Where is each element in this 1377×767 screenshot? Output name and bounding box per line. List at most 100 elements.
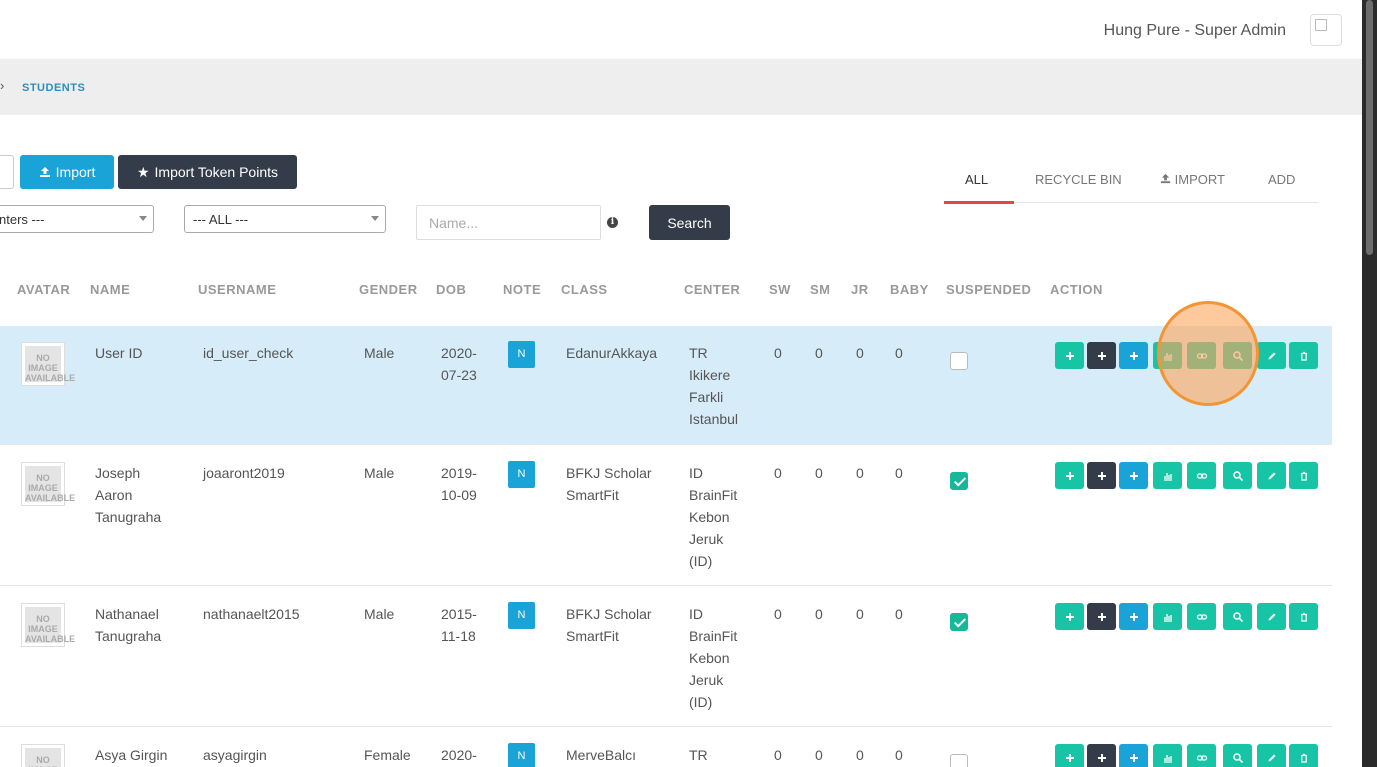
plus-action-button[interactable] xyxy=(1087,462,1116,489)
breadcrumb xyxy=(0,59,1362,115)
plus-action-button[interactable] xyxy=(1055,603,1084,630)
star-icon: ★ xyxy=(136,163,150,180)
suspended-checkbox[interactable] xyxy=(950,352,968,370)
student-name[interactable]: Joseph Aaron Tanugraha xyxy=(95,462,161,528)
search-action-button[interactable] xyxy=(1223,603,1252,630)
note-badge[interactable]: N xyxy=(508,743,535,767)
pencil-icon xyxy=(1268,754,1275,761)
no-image-placeholder: NO IMAGE AVAILABLE xyxy=(25,607,75,644)
student-sm: 0 xyxy=(815,747,823,763)
search-action-button[interactable] xyxy=(1223,462,1252,489)
bar-chart-action-button[interactable] xyxy=(1153,744,1182,767)
scrollbar[interactable] xyxy=(1362,0,1377,767)
tab-import-label: IMPORT xyxy=(1174,172,1225,187)
plus-action-button[interactable] xyxy=(1119,462,1148,489)
link-action-button[interactable] xyxy=(1187,744,1216,767)
student-sw: 0 xyxy=(774,465,782,481)
class-select[interactable]: --- ALL --- xyxy=(184,205,386,233)
plus-action-button[interactable] xyxy=(1087,603,1116,630)
pencil-icon xyxy=(1268,352,1275,359)
col-dob[interactable]: DOB xyxy=(436,282,466,297)
link-action-button[interactable] xyxy=(1187,462,1216,489)
col-username[interactable]: USERNAME xyxy=(198,282,276,297)
student-sw: 0 xyxy=(774,747,782,763)
student-center-line: Jeruk xyxy=(689,672,724,688)
student-baby: 0 xyxy=(895,345,903,361)
table-row[interactable]: NO IMAGE AVAILABLE User ID id_user_check Ma… xyxy=(0,326,1332,445)
student-jr: 0 xyxy=(856,465,864,481)
import-button[interactable]: Import xyxy=(20,155,114,189)
user-name-label[interactable]: Hung Pure - Super Admin xyxy=(1104,22,1286,40)
student-dob: 2020- xyxy=(441,744,477,766)
col-name[interactable]: NAME xyxy=(90,282,130,297)
student-center-line: Kebon xyxy=(689,650,730,666)
student-center: TR xyxy=(689,744,708,766)
user-avatar[interactable] xyxy=(1310,14,1342,46)
table-row[interactable]: NO IMAGE AVAILABLE Nathanael Tanugraha nath… xyxy=(0,587,1332,727)
trash-action-button[interactable] xyxy=(1289,342,1318,369)
caret-down-icon xyxy=(371,216,379,221)
student-dob-line: 2020- xyxy=(441,345,477,361)
student-name[interactable]: User ID xyxy=(95,342,142,364)
student-center-line: Istanbul xyxy=(689,411,739,427)
table-row[interactable]: NO IMAGE AVAILABLE Joseph Aaron Tanugraha jo… xyxy=(0,446,1332,586)
plus-action-button[interactable] xyxy=(1055,342,1084,369)
search-button[interactable]: Search xyxy=(649,205,730,240)
table-row[interactable]: NO IMAGE AVAILABLE Asya Girgin asyagirgin F… xyxy=(0,728,1332,767)
tab-recycle-bin[interactable]: RECYCLE BIN xyxy=(1035,172,1122,187)
suspended-checkbox[interactable] xyxy=(950,613,968,631)
student-name[interactable]: Nathanael Tanugraha xyxy=(95,603,161,647)
bar-chart-action-button[interactable] xyxy=(1153,462,1182,489)
tab-all[interactable]: ALL xyxy=(965,172,988,187)
plus-action-button[interactable] xyxy=(1087,342,1116,369)
tab-import[interactable]: IMPORT xyxy=(1160,172,1225,187)
center-select[interactable]: nters --- xyxy=(0,205,154,233)
scrollbar-thumb[interactable] xyxy=(1366,0,1373,255)
note-badge[interactable]: N xyxy=(508,602,535,629)
student-center-line: Kebon xyxy=(689,509,730,525)
plus-action-button[interactable] xyxy=(1119,342,1148,369)
student-sm: 0 xyxy=(815,465,823,481)
student-name-line: Aaron xyxy=(95,487,133,503)
search-action-button[interactable] xyxy=(1223,744,1252,767)
plus-action-button[interactable] xyxy=(1119,603,1148,630)
note-badge[interactable]: N xyxy=(508,341,535,368)
breadcrumb-current[interactable]: STUDENTS xyxy=(22,82,85,94)
col-class[interactable]: CLASS xyxy=(561,282,608,297)
student-center-line: Jeruk xyxy=(689,531,724,547)
suspended-checkbox[interactable] xyxy=(950,472,968,490)
trash-action-button[interactable] xyxy=(1289,462,1318,489)
col-center[interactable]: CENTER xyxy=(684,282,740,297)
trash-action-button[interactable] xyxy=(1289,744,1318,767)
top-bar: Hung Pure - Super Admin xyxy=(0,0,1362,59)
partial-button[interactable] xyxy=(0,155,14,189)
student-name-line: User ID xyxy=(95,345,143,361)
note-badge[interactable]: N xyxy=(508,461,535,488)
plus-action-button[interactable] xyxy=(1087,744,1116,767)
bar-chart-action-button[interactable] xyxy=(1153,603,1182,630)
link-action-button[interactable] xyxy=(1187,603,1216,630)
pencil-action-button[interactable] xyxy=(1257,744,1286,767)
suspended-checkbox[interactable] xyxy=(950,754,968,767)
tab-add[interactable]: ADD xyxy=(1268,172,1295,187)
student-sm: 0 xyxy=(815,606,823,622)
pencil-action-button[interactable] xyxy=(1257,603,1286,630)
plus-action-button[interactable] xyxy=(1055,462,1084,489)
import-token-points-button[interactable]: ★ Import Token Points xyxy=(118,155,297,189)
student-class-line: BFKJ Scholar xyxy=(566,606,652,622)
plus-icon xyxy=(1065,471,1074,480)
caret-down-icon xyxy=(139,216,147,221)
pencil-action-button[interactable] xyxy=(1257,342,1286,369)
link-icon xyxy=(1196,754,1207,761)
pencil-action-button[interactable] xyxy=(1257,462,1286,489)
plus-action-button[interactable] xyxy=(1119,744,1148,767)
trash-action-button[interactable] xyxy=(1289,603,1318,630)
info-icon[interactable]: i xyxy=(607,217,618,228)
col-gender[interactable]: GENDER xyxy=(359,282,418,297)
student-class: MerveBalcı xyxy=(566,744,636,766)
name-search-input[interactable] xyxy=(416,205,601,240)
plus-action-button[interactable] xyxy=(1055,744,1084,767)
trash-icon xyxy=(1300,612,1307,622)
student-class: BFKJ Scholar SmartFit xyxy=(566,462,652,506)
student-name[interactable]: Asya Girgin xyxy=(95,744,167,766)
